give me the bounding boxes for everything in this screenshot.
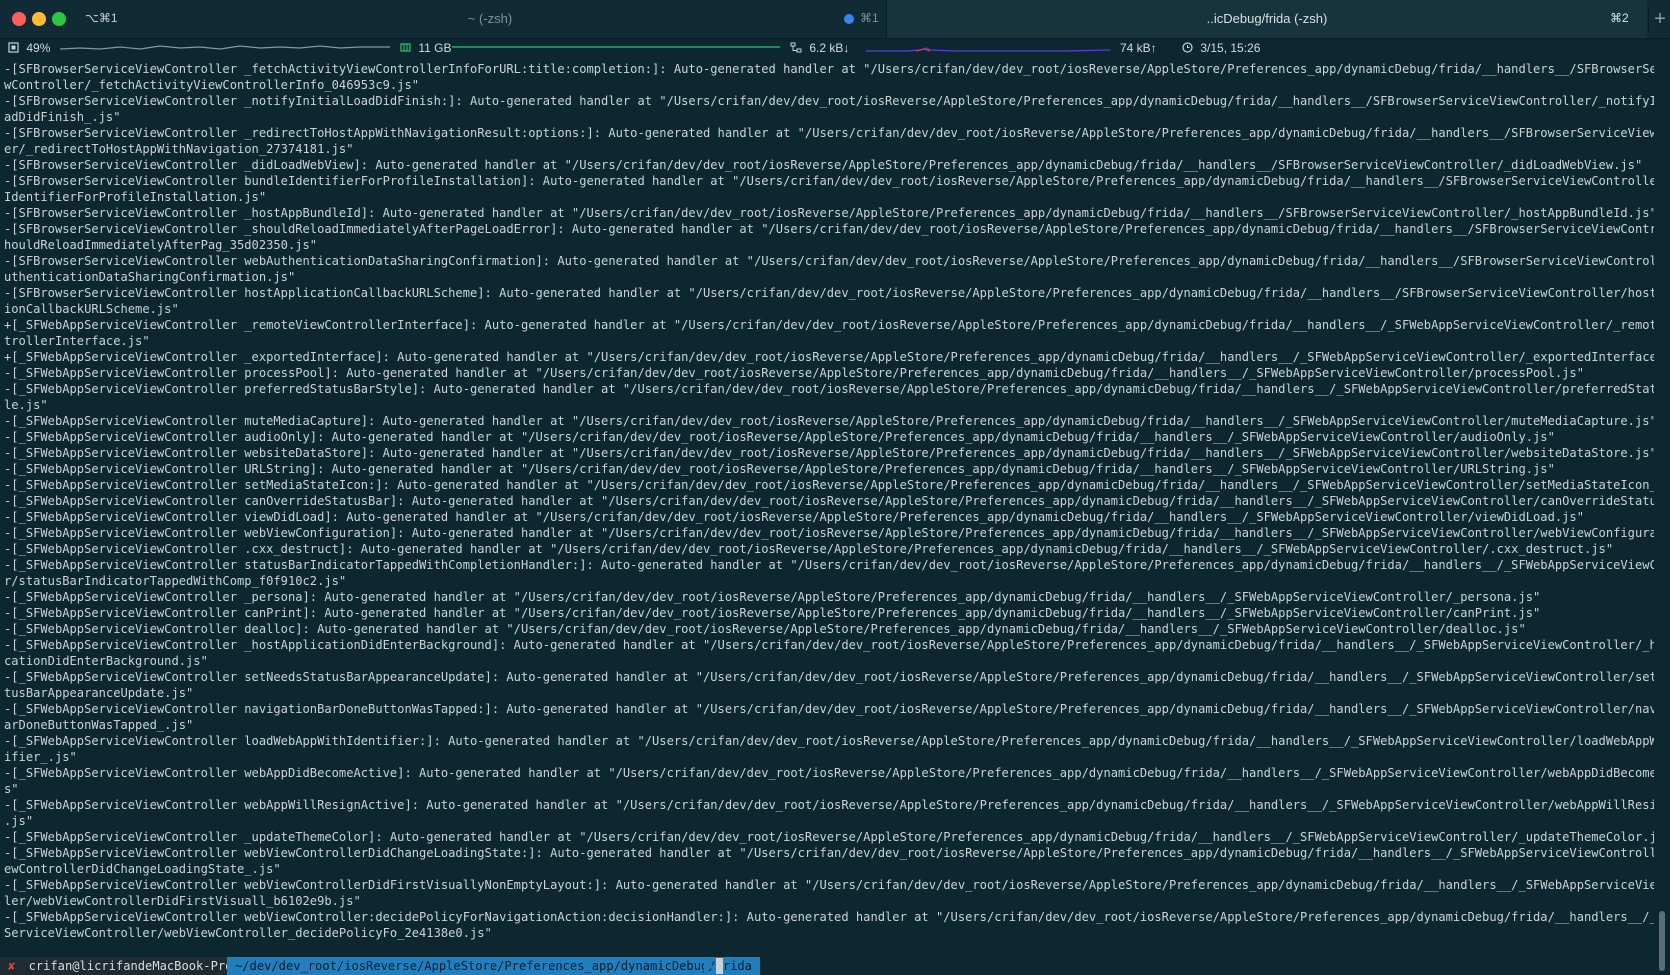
- minimize-window-button[interactable]: [32, 12, 46, 26]
- terminal-line: -[_SFWebAppServiceViewController _hostAp…: [4, 638, 1654, 652]
- terminal-output[interactable]: -[SFBrowserServiceViewController _fetchA…: [4, 61, 1654, 941]
- activity-dot-icon: [844, 14, 854, 24]
- terminal-line: s": [4, 782, 19, 796]
- error-status-icon: ✘: [8, 959, 16, 973]
- terminal-line: -[SFBrowserServiceViewController bundleI…: [4, 174, 1654, 188]
- memory-icon: [400, 43, 411, 52]
- terminal-line: -[_SFWebAppServiceViewController preferr…: [4, 382, 1654, 396]
- terminal-line: arDoneButtonWasTapped_.js": [4, 718, 194, 732]
- terminal-line: -[_SFWebAppServiceViewController URLStri…: [4, 462, 1555, 476]
- terminal-window: ⌥⌘1 ~ (-zsh) ⌘1 ..icDebug/frida (-zsh) ⌘…: [0, 0, 1670, 975]
- memory-bar: [452, 46, 780, 48]
- network-up-value: 74 kB↑: [1120, 41, 1157, 55]
- tab2-title[interactable]: ..icDebug/frida (-zsh): [887, 11, 1647, 26]
- terminal-line: r/statusBarIndicatorTappedWithComp_f0f91…: [4, 574, 347, 588]
- terminal-line: -[_SFWebAppServiceViewController muteMed…: [4, 414, 1654, 428]
- terminal-line: er/_redirectToHostAppWithNavigation_2737…: [4, 142, 354, 156]
- memory-indicator: 11 GB: [400, 41, 451, 55]
- terminal-line: -[_SFWebAppServiceViewController dealloc…: [4, 622, 1526, 636]
- terminal-line: -[SFBrowserServiceViewController _redire…: [4, 126, 1654, 140]
- cpu-indicator: 49%: [8, 41, 50, 55]
- cpu-sparkline: [60, 45, 390, 50]
- clock-icon: [1182, 42, 1193, 53]
- clock-indicator: 3/15, 15:26: [1182, 41, 1260, 55]
- terminal-line: cationDidEnterBackground.js": [4, 654, 208, 668]
- terminal-line: wController/_fetchActivityViewController…: [4, 78, 420, 92]
- terminal-line: .js": [4, 814, 34, 828]
- network-icon: [790, 42, 802, 53]
- terminal-line: -[_SFWebAppServiceViewController _person…: [4, 590, 1541, 604]
- terminal-line: ifier_.js": [4, 750, 77, 764]
- terminal-line: -[_SFWebAppServiceViewController webView…: [4, 910, 1654, 924]
- memory-value: 11 GB: [418, 41, 452, 55]
- terminal-line: -[_SFWebAppServiceViewController webView…: [4, 526, 1654, 540]
- tab1-hotkey: ⌥⌘1: [85, 11, 118, 25]
- datetime-value: 3/15, 15:26: [1200, 41, 1261, 55]
- new-tab-button[interactable]: +: [1648, 6, 1670, 32]
- terminal-line: -[_SFWebAppServiceViewController canPrin…: [4, 606, 1541, 620]
- terminal-line: -[_SFWebAppServiceViewController setNeed…: [4, 670, 1654, 684]
- terminal-line: -[_SFWebAppServiceViewController .cxx_de…: [4, 542, 1614, 556]
- terminal-line: -[_SFWebAppServiceViewController viewDid…: [4, 510, 1584, 524]
- terminal-line: -[SFBrowserServiceViewController hostApp…: [4, 286, 1654, 300]
- tab2-number: ⌘2: [1610, 11, 1629, 25]
- shell-prompt[interactable]: ✘ crifan@licrifandeMacBook-Pro ~/dev/dev…: [0, 957, 1670, 975]
- terminal-line: ler/webViewControllerDidFirstVisuall_b61…: [4, 894, 361, 908]
- text-cursor[interactable]: [716, 958, 723, 974]
- status-bar: 49% 11 GB 6.2 kB↓ 74 kB↑ 3/15, 15:26: [0, 38, 1670, 58]
- terminal-line: -[SFBrowserServiceViewController _notify…: [4, 94, 1654, 108]
- terminal-line: -[_SFWebAppServiceViewController webView…: [4, 846, 1654, 860]
- terminal-line: -[_SFWebAppServiceViewController _update…: [4, 830, 1654, 844]
- terminal-line: +[_SFWebAppServiceViewController _remote…: [4, 318, 1654, 332]
- terminal-line: ServiceViewController/webViewController_…: [4, 926, 492, 940]
- terminal-line: -[_SFWebAppServiceViewController statusB…: [4, 558, 1654, 572]
- terminal-line: -[SFBrowserServiceViewController _should…: [4, 222, 1654, 236]
- terminal-line: ewControllerDidChangeLoadingState_.js": [4, 862, 281, 876]
- terminal-line: -[_SFWebAppServiceViewController loadWeb…: [4, 734, 1654, 748]
- tab-bar: ⌥⌘1 ~ (-zsh) ⌘1 ..icDebug/frida (-zsh) ⌘…: [0, 0, 1670, 39]
- terminal-line: -[_SFWebAppServiceViewController navigat…: [4, 702, 1654, 716]
- terminal-line: -[SFBrowserServiceViewController webAuth…: [4, 254, 1654, 268]
- terminal-line: adDidFinish_.js": [4, 110, 121, 124]
- tab1-title[interactable]: ~ (-zsh): [440, 11, 540, 26]
- terminal-line: +[_SFWebAppServiceViewController _export…: [4, 350, 1654, 364]
- terminal-line: houldReloadImmediatelyAfterPag_35d02350.…: [4, 238, 318, 252]
- terminal-line: -[_SFWebAppServiceViewController process…: [4, 366, 1584, 380]
- prompt-end-arrow-icon: [704, 957, 713, 975]
- cpu-icon: [8, 42, 19, 53]
- terminal-line: uthenticationDataSharingConfirmation.js": [4, 270, 296, 284]
- terminal-line: -[_SFWebAppServiceViewController webAppW…: [4, 798, 1654, 812]
- cpu-value: 49%: [26, 41, 51, 55]
- prompt-path: ~/dev/dev_root/iosReverse/AppleStore/Pre…: [227, 957, 760, 975]
- prompt-user-host: crifan@licrifandeMacBook-Pro: [28, 959, 233, 973]
- prompt-status-segment: ✘ crifan@licrifandeMacBook-Pro: [0, 957, 237, 975]
- terminal-line: IdentifierForProfileInstallation.js": [4, 190, 267, 204]
- scrollbar[interactable]: [1658, 58, 1666, 973]
- network-sparkline: [866, 47, 1110, 52]
- terminal-line: -[_SFWebAppServiceViewController canOver…: [4, 494, 1654, 508]
- network-down-indicator: 6.2 kB↓: [790, 41, 849, 55]
- scrollbar-thumb[interactable]: [1659, 911, 1665, 971]
- terminal-line: tusBarAppearanceUpdate.js": [4, 686, 194, 700]
- zoom-window-button[interactable]: [52, 12, 66, 26]
- terminal-line: -[SFBrowserServiceViewController _hostAp…: [4, 206, 1654, 220]
- terminal-line: -[SFBrowserServiceViewController _fetchA…: [4, 62, 1654, 76]
- terminal-line: -[_SFWebAppServiceViewController webView…: [4, 878, 1654, 892]
- network-down-value: 6.2 kB↓: [809, 41, 850, 55]
- terminal-line: -[_SFWebAppServiceViewController setMedi…: [4, 478, 1654, 492]
- terminal-line: trollerInterface.js": [4, 334, 150, 348]
- tab-2[interactable]: ..icDebug/frida (-zsh): [886, 0, 1647, 38]
- terminal-line: -[SFBrowserServiceViewController _didLoa…: [4, 158, 1643, 172]
- tab1-number: ⌘1: [860, 11, 879, 25]
- close-window-button[interactable]: [12, 12, 26, 26]
- terminal-line: le.js": [4, 398, 48, 412]
- terminal-line: -[_SFWebAppServiceViewController webAppD…: [4, 766, 1654, 780]
- terminal-line: -[_SFWebAppServiceViewController website…: [4, 446, 1654, 460]
- terminal-line: ionCallbackURLScheme.js": [4, 302, 179, 316]
- terminal-line: -[_SFWebAppServiceViewController audioOn…: [4, 430, 1555, 444]
